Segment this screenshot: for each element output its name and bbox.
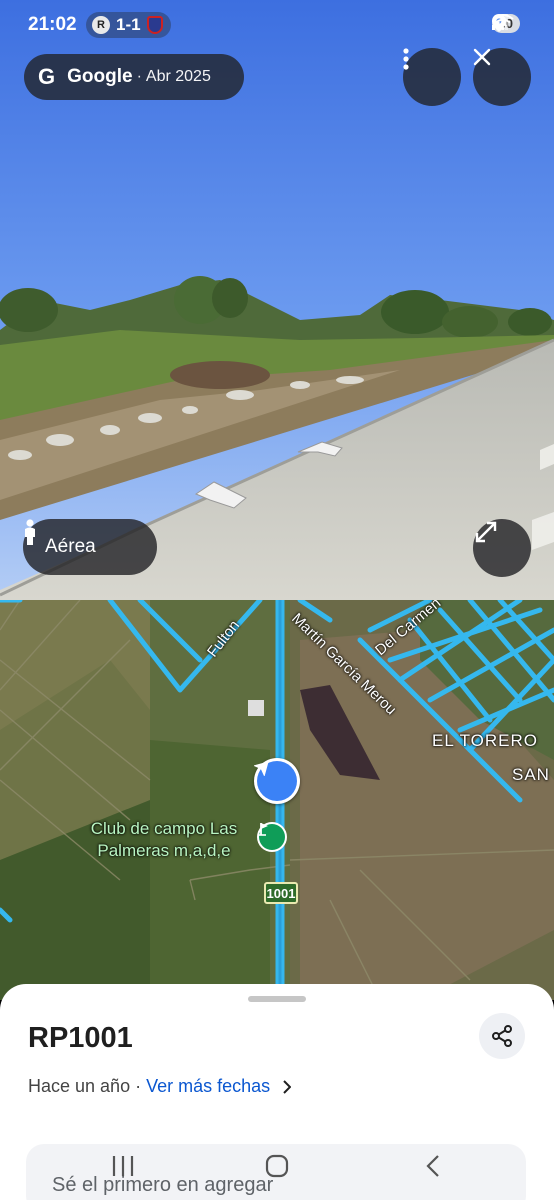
more-dates-link[interactable]: Ver más fechas (146, 1076, 270, 1097)
imagery-date-chip[interactable]: G Google · Abr 2025 (24, 54, 244, 100)
back-button[interactable] (413, 1152, 453, 1180)
fullscreen-icon (475, 521, 497, 543)
share-button[interactable] (479, 1013, 525, 1059)
location-marker-fill (254, 761, 297, 801)
status-icons: 40 (491, 14, 520, 33)
recents-icon (112, 1156, 134, 1176)
chevron-right-icon[interactable] (282, 1079, 292, 1094)
recents-button[interactable] (103, 1152, 143, 1180)
team-badge: R (92, 16, 110, 34)
google-logo-icon: G (38, 64, 56, 89)
drag-handle[interactable] (248, 996, 306, 1002)
area-label-el-torero: EL TORERO (432, 731, 538, 750)
separator: · (136, 68, 142, 85)
brand-label: Google (67, 66, 133, 87)
share-icon (492, 1025, 512, 1047)
status-bar: 21:02 R 1-1 40 (0, 0, 554, 52)
aerial-view-button[interactable]: Aérea (23, 519, 157, 575)
signal-icon (491, 14, 508, 30)
system-nav-bar (0, 1140, 554, 1200)
area-label-san: SAN (512, 765, 550, 784)
aerial-view-label: Aérea (45, 536, 96, 557)
fullscreen-button[interactable] (473, 519, 531, 577)
live-score-chip[interactable]: R 1-1 (86, 12, 171, 38)
team-crest-icon (146, 16, 163, 34)
close-button[interactable] (473, 48, 531, 106)
time-ago: Hace un año (28, 1076, 131, 1096)
pegman-icon (25, 519, 35, 545)
street-view-photo[interactable]: 21:02 R 1-1 40 (0, 0, 554, 600)
place-title: RP1001 (28, 1022, 133, 1054)
home-button[interactable] (257, 1152, 297, 1180)
more-vert-icon (403, 48, 409, 70)
imagery-meta: Hace un año · Ver más fechas (28, 1076, 292, 1097)
close-icon (473, 48, 491, 66)
satellite-map[interactable]: Fulton Martín García Merou Del Carmen EL… (0, 600, 554, 1000)
separator: · (135, 1076, 142, 1096)
poi-label[interactable]: Club de campo Las Palmeras m,a,d,e (64, 818, 264, 862)
back-icon (426, 1155, 439, 1177)
more-options-button[interactable] (403, 48, 461, 106)
capture-date: Abr 2025 (145, 68, 211, 85)
match-score: 1-1 (116, 15, 141, 34)
current-location-marker[interactable] (254, 758, 300, 804)
route-shield: 1001 (264, 882, 298, 904)
clock: 21:02 (28, 14, 77, 35)
navigation-arrow-icon (254, 761, 269, 776)
home-icon (265, 1154, 289, 1178)
